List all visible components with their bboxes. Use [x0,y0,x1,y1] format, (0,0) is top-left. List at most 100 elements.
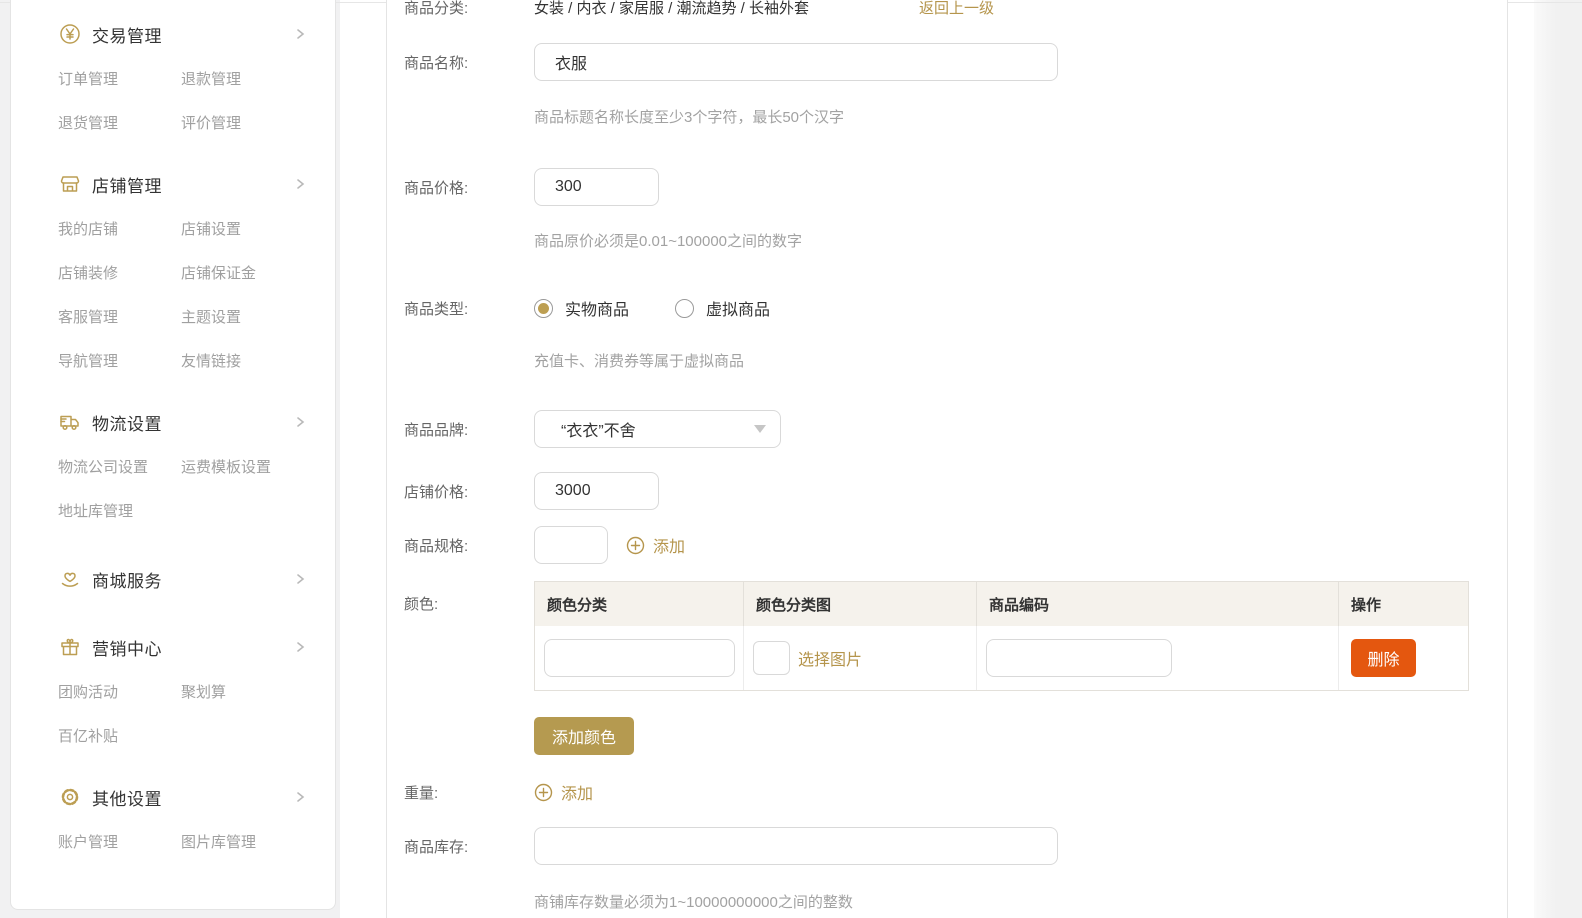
product-type-radio-group: 实物商品 虚拟商品 [534,296,770,320]
sidebar-sublist: 我的店铺 店铺设置 店铺装修 店铺保证金 客服管理 主题设置 导航管理 友情链接 [58,218,307,374]
radio-virtual-product[interactable]: 虚拟商品 [675,296,770,320]
sidebar-item-return-management[interactable]: 退货管理 [58,112,181,136]
sidebar-section-other: 其他设置 账户管理 图片库管理 [58,784,307,855]
stock-hint: 商铺库存数量必须为1~10000000000之间的整数 [534,893,1507,913]
sidebar-item-refund-management[interactable]: 退款管理 [181,68,307,92]
sidebar-item-review-management[interactable]: 评价管理 [181,112,307,136]
price-hint: 商品原价必须是0.01~100000之间的数字 [534,232,1507,252]
plus-circle-icon [534,783,553,802]
sidebar-section-logistics: 物流设置 物流公司设置 运费模板设置 地址库管理 [58,409,307,524]
sidebar-sublist: 账户管理 图片库管理 [58,831,307,855]
gift-icon [58,635,82,659]
sidebar-item-label: 店铺管理 [92,172,293,197]
sidebar-item-customer-service[interactable]: 客服管理 [58,306,181,330]
sidebar-item-billion-subsidy[interactable]: 百亿补贴 [58,725,181,749]
chevron-right-icon [293,177,307,191]
sidebar-item-mall-service[interactable]: 商城服务 [58,566,307,592]
add-color-button[interactable]: 添加颜色 [534,717,634,755]
add-spec-link[interactable]: 添加 [626,533,685,557]
sidebar-item-logistics-settings[interactable]: 物流设置 [58,409,307,435]
stock-row: 商品库存: [404,827,1507,865]
sidebar-item-friend-links[interactable]: 友情链接 [181,350,307,374]
name-row: 商品名称: [404,43,1507,81]
weight-label: 重量: [404,782,534,803]
shop-icon [58,172,82,196]
column-header-product-code: 商品编码 [977,582,1339,626]
sidebar-item-address-library[interactable]: 地址库管理 [58,500,181,524]
sidebar-sublist: 订单管理 退款管理 退货管理 评价管理 [58,68,307,136]
service-icon [58,567,82,591]
sidebar-sublist: 团购活动 聚划算 百亿补贴 [58,681,307,749]
column-header-actions: 操作 [1339,582,1468,626]
sidebar-item-image-library[interactable]: 图片库管理 [181,831,307,855]
type-label: 商品类型: [404,298,534,319]
sidebar-item-account-management[interactable]: 账户管理 [58,831,181,855]
spec-input[interactable] [534,526,608,564]
sidebar-section-marketing: 营销中心 团购活动 聚划算 百亿补贴 [58,634,307,749]
color-table: 颜色分类 颜色分类图 商品编码 操作 选择图片 [534,581,1469,691]
price-label: 商品价格: [404,177,534,198]
dropdown-caret-icon [754,425,766,433]
product-code-input[interactable] [986,639,1172,677]
category-label: 商品分类: [404,0,534,18]
delete-color-button[interactable]: 删除 [1351,639,1416,677]
radio-physical-product[interactable]: 实物商品 [534,296,629,320]
sidebar-item-order-management[interactable]: 订单管理 [58,68,181,92]
sidebar-item-logistics-company-settings[interactable]: 物流公司设置 [58,456,181,480]
chevron-right-icon [293,415,307,429]
radio-unselected-icon [675,299,694,318]
color-name-cell [535,626,744,690]
image-placeholder-box[interactable] [753,641,790,675]
add-spec-label: 添加 [653,533,685,557]
back-to-parent-link[interactable]: 返回上一级 [919,0,994,18]
radio-label: 虚拟商品 [706,296,770,320]
sidebar-item-marketing-center[interactable]: 营销中心 [58,634,307,660]
sidebar-item-shop-settings[interactable]: 店铺设置 [181,218,307,242]
radio-selected-icon [534,299,553,318]
sidebar-item-trade-management[interactable]: 交易管理 [58,21,307,47]
sidebar-item-shop-deposit[interactable]: 店铺保证金 [181,262,307,286]
choose-image-link[interactable]: 选择图片 [798,646,862,670]
radio-label: 实物商品 [565,296,629,320]
sidebar-item-freight-template-settings[interactable]: 运费模板设置 [181,456,307,480]
category-value: 女装 / 内衣 / 家居服 / 潮流趋势 / 长袖外套 [534,0,809,18]
stock-input[interactable] [534,827,1058,865]
chevron-right-icon [293,790,307,804]
spec-label: 商品规格: [404,535,534,556]
add-weight-label: 添加 [561,780,593,804]
product-name-input[interactable] [534,43,1058,81]
sidebar-section-mall-service: 商城服务 [58,566,307,592]
sidebar-item-theme-settings[interactable]: 主题设置 [181,306,307,330]
stock-label: 商品库存: [404,836,534,857]
truck-icon [58,410,82,434]
yuan-icon [58,22,82,46]
product-price-input[interactable] [534,168,659,206]
sidebar-item-navigation-management[interactable]: 导航管理 [58,350,181,374]
shop-price-label: 店铺价格: [404,481,534,502]
add-weight-link[interactable]: 添加 [534,780,593,804]
sidebar-item-shop-management[interactable]: 店铺管理 [58,171,307,197]
product-code-cell [977,626,1339,690]
sidebar-item-shop-decoration[interactable]: 店铺装修 [58,262,181,286]
sidebar-item-other-settings[interactable]: 其他设置 [58,784,307,810]
color-label: 颜色: [404,581,534,614]
brand-row: 商品品牌: “衣衣”不舍 [404,410,1507,448]
add-color-row: 添加颜色 [404,717,1507,755]
shop-price-input[interactable] [534,472,659,510]
color-row: 颜色: 颜色分类 颜色分类图 商品编码 操作 选择图片 [404,581,1507,691]
sidebar-item-my-shop[interactable]: 我的店铺 [58,218,181,242]
sidebar-section-shop: 店铺管理 我的店铺 店铺设置 店铺装修 店铺保证金 客服管理 主题设置 导航管理… [58,171,307,374]
plus-circle-icon [626,536,645,555]
sidebar-item-juhuasuan[interactable]: 聚划算 [181,681,307,705]
brand-select[interactable]: “衣衣”不舍 [534,410,781,448]
color-table-row: 选择图片 删除 [535,626,1468,690]
sidebar-item-label: 交易管理 [92,22,293,47]
name-hint: 商品标题名称长度至少3个字符，最长50个汉字 [534,108,1507,128]
chevron-right-icon [293,27,307,41]
color-table-header: 颜色分类 颜色分类图 商品编码 操作 [535,582,1468,626]
color-name-input[interactable] [544,639,735,677]
sidebar-item-group-buy[interactable]: 团购活动 [58,681,181,705]
gear-icon [58,785,82,809]
sidebar-sublist: 物流公司设置 运费模板设置 地址库管理 [58,456,307,524]
column-header-color-name: 颜色分类 [535,582,744,626]
